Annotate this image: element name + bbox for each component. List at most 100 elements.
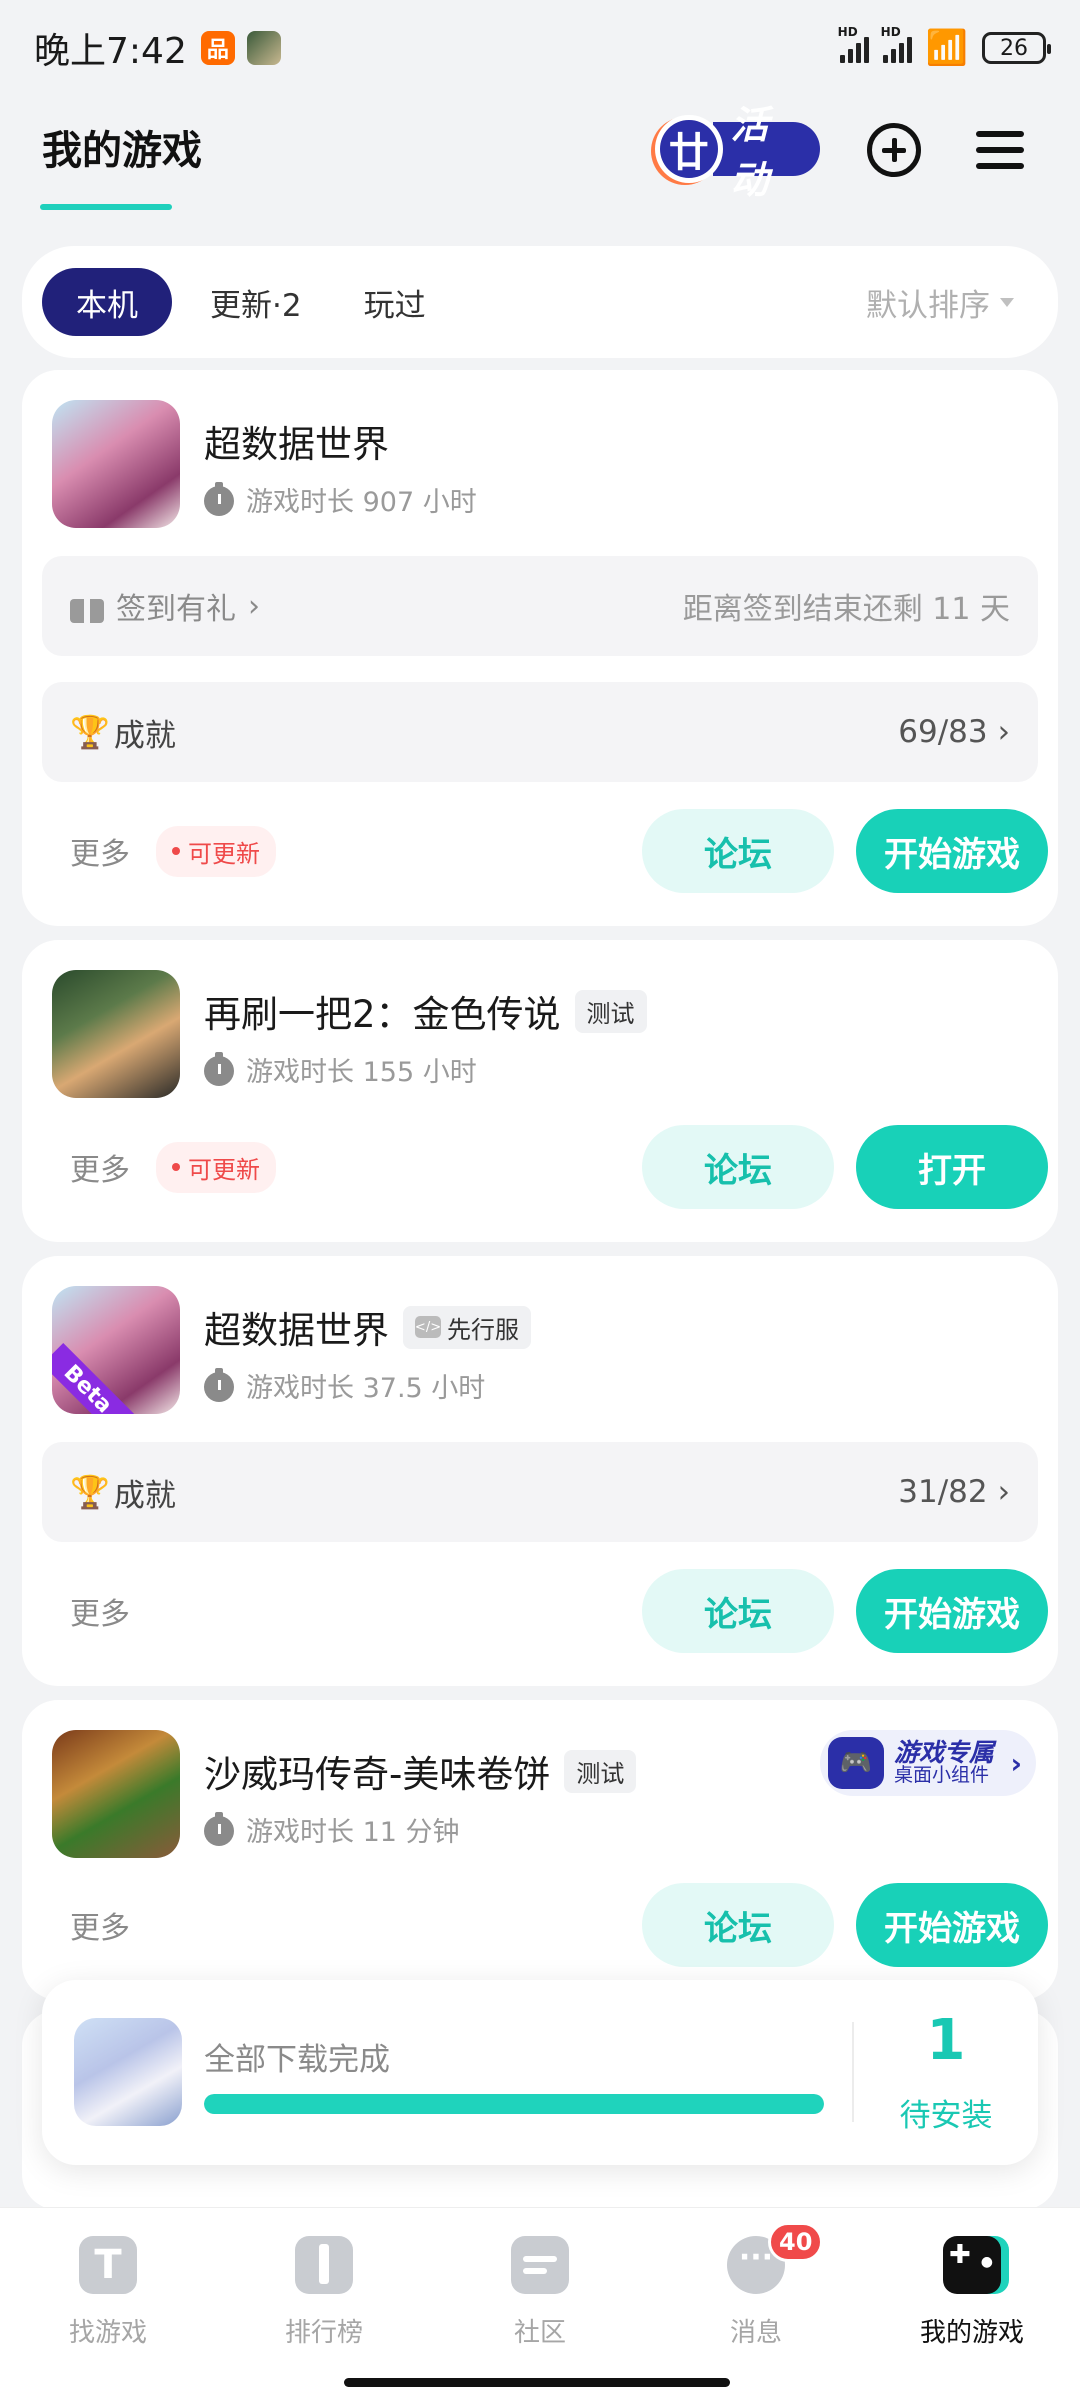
trophy-icon: 🏆 [70,1473,110,1511]
tab-updates[interactable]: 更新·2 [186,268,326,336]
checkin-gift-row[interactable]: 签到有礼 › 距离签到结束还剩 11 天 [42,556,1038,656]
nav-my-games[interactable]: 我的游戏 [864,2236,1080,2349]
game-icon[interactable]: Beta [52,1286,180,1414]
menu-icon[interactable] [964,114,1036,186]
game-title: 再刷一把2：金色传说 测试 [204,984,647,1038]
action-row: 更多 论坛 开始游戏 [22,1880,1058,1970]
game-title: 超数据世界 </> 先行服 [204,1300,531,1354]
pending-install-count[interactable]: 1 [854,2008,1038,2073]
timer-icon [204,481,234,516]
caret-down-icon [1000,297,1014,307]
more-button[interactable]: 更多 [70,829,130,873]
download-panel[interactable]: 全部下载完成 1 待安装 [42,1980,1038,2165]
notification-game-icon [246,31,281,65]
action-row: 更多 可更新 论坛 开始游戏 [22,806,1058,896]
sort-dropdown[interactable]: 默认排序 [866,280,1038,325]
more-button[interactable]: 更多 [70,1145,130,1189]
battery-level: 26 [1000,35,1028,61]
beta-badge: Beta [52,1343,134,1414]
game-icon[interactable] [52,970,180,1098]
start-game-button[interactable]: 开始游戏 [856,1883,1048,1967]
more-button[interactable]: 更多 [70,1903,130,1947]
forum-button[interactable]: 论坛 [642,1569,834,1653]
sort-label: 默认排序 [866,287,990,324]
chevron-right-icon: › [248,588,260,624]
game-title: 沙威玛传奇-美味卷饼 测试 [204,1744,637,1798]
code-icon: </> [415,1316,441,1338]
playtime: 游戏时长 155 小时 [204,1050,477,1089]
achievement-label: 成就 [113,1477,176,1514]
forum-button[interactable]: 论坛 [642,809,834,893]
gift-label: 签到有礼 [116,592,236,627]
gamepad-icon: 🎮 [828,1737,884,1789]
nav-label: 消息 [729,2318,782,2348]
playtime: 游戏时长 907 小时 [204,480,477,519]
status-bar: 晚上7:42 品 HD HD 📶 26 [0,0,1080,96]
achievement-row[interactable]: 🏆 成就 31/82 › [42,1442,1038,1542]
header: 我的游戏 廿 活动 [0,96,1080,236]
page-title[interactable]: 我的游戏 [42,118,202,176]
nav-label: 我的游戏 [919,2318,1024,2348]
rankings-icon [295,2236,353,2294]
game-icon[interactable] [52,400,180,528]
forum-button[interactable]: 论坛 [642,1125,834,1209]
desktop-widget-button[interactable]: 🎮 游戏专属 桌面小组件 › [820,1730,1036,1796]
game-card: Beta 超数据世界 </> 先行服 游戏时长 37.5 小时 🏆 成就 31/8… [22,1256,1058,1686]
trophy-icon: 🏆 [70,713,110,751]
test-tag: 测试 [564,1749,637,1793]
gift-icon [70,589,104,623]
notification-app-icon: 品 [200,31,235,65]
activity-label: 活动 [712,103,820,202]
tab-played[interactable]: 玩过 [340,268,450,336]
activity-button[interactable]: 廿 活动 [655,103,820,202]
chevron-right-icon: › [997,714,1010,750]
nav-label: 找游戏 [68,2318,147,2348]
message-count-badge: 40 [768,2222,824,2262]
update-badge[interactable]: 可更新 [156,1141,276,1193]
timer-icon [204,1367,234,1402]
open-button[interactable]: 打开 [856,1125,1048,1209]
nav-rankings[interactable]: 排行榜 [216,2236,432,2349]
battery-icon: 26 [982,32,1051,64]
action-row: 更多 可更新 论坛 打开 [22,1122,1058,1212]
download-progress-bar [204,2094,824,2114]
update-badge[interactable]: 可更新 [156,825,276,877]
forum-button[interactable]: 论坛 [642,1883,834,1967]
game-card: 再刷一把2：金色传说 测试 游戏时长 155 小时 更多 可更新 论坛 打开 [22,940,1058,1242]
download-app-icon [74,2018,182,2126]
widget-title: 游戏专属 [894,1737,995,1767]
nav-messages[interactable]: 40 消息 [648,2222,864,2349]
activity-icon: 廿 [655,115,723,183]
action-row: 更多 论坛 开始游戏 [22,1566,1058,1656]
home-indicator[interactable] [344,2378,730,2387]
my-games-gamepad-icon [943,2236,1001,2294]
signal-icon-2: HD [881,25,912,63]
game-card: 超数据世界 游戏时长 907 小时 签到有礼 › 距离签到结束还剩 11 天 🏆… [22,370,1058,926]
status-time: 晚上7:42 [34,31,187,72]
download-progress-fill [204,2094,824,2114]
nav-community[interactable]: 社区 [432,2236,648,2349]
nav-find-games[interactable]: 找游戏 [0,2236,216,2349]
game-icon[interactable] [52,1730,180,1858]
chevron-right-icon: › [997,1474,1010,1510]
filter-bar: 本机 更新·2 玩过 默认排序 [22,246,1058,358]
nav-label: 排行榜 [284,2318,363,2348]
playtime: 游戏时长 37.5 小时 [204,1366,485,1405]
widget-subtitle: 桌面小组件 [894,1764,990,1787]
achievement-row[interactable]: 🏆 成就 69/83 › [42,682,1038,782]
find-games-icon [79,2236,137,2294]
preview-server-tag: </> 先行服 [403,1305,531,1349]
start-game-button[interactable]: 开始游戏 [856,809,1048,893]
signal-icon: HD [838,25,869,63]
achievement-label: 成就 [113,717,176,754]
game-card: 沙威玛传奇-美味卷饼 测试 游戏时长 11 分钟 🎮 游戏专属 桌面小组件 › … [22,1700,1058,2000]
tab-local[interactable]: 本机 [42,268,172,336]
timer-icon [204,1051,234,1086]
more-button[interactable]: 更多 [70,1589,130,1633]
pending-install-label[interactable]: 待安装 [854,2090,1038,2135]
community-icon [511,2236,569,2294]
start-game-button[interactable]: 开始游戏 [856,1569,1048,1653]
add-circle-icon[interactable] [858,114,930,186]
game-title: 超数据世界 [204,423,389,466]
title-underline [40,204,172,210]
